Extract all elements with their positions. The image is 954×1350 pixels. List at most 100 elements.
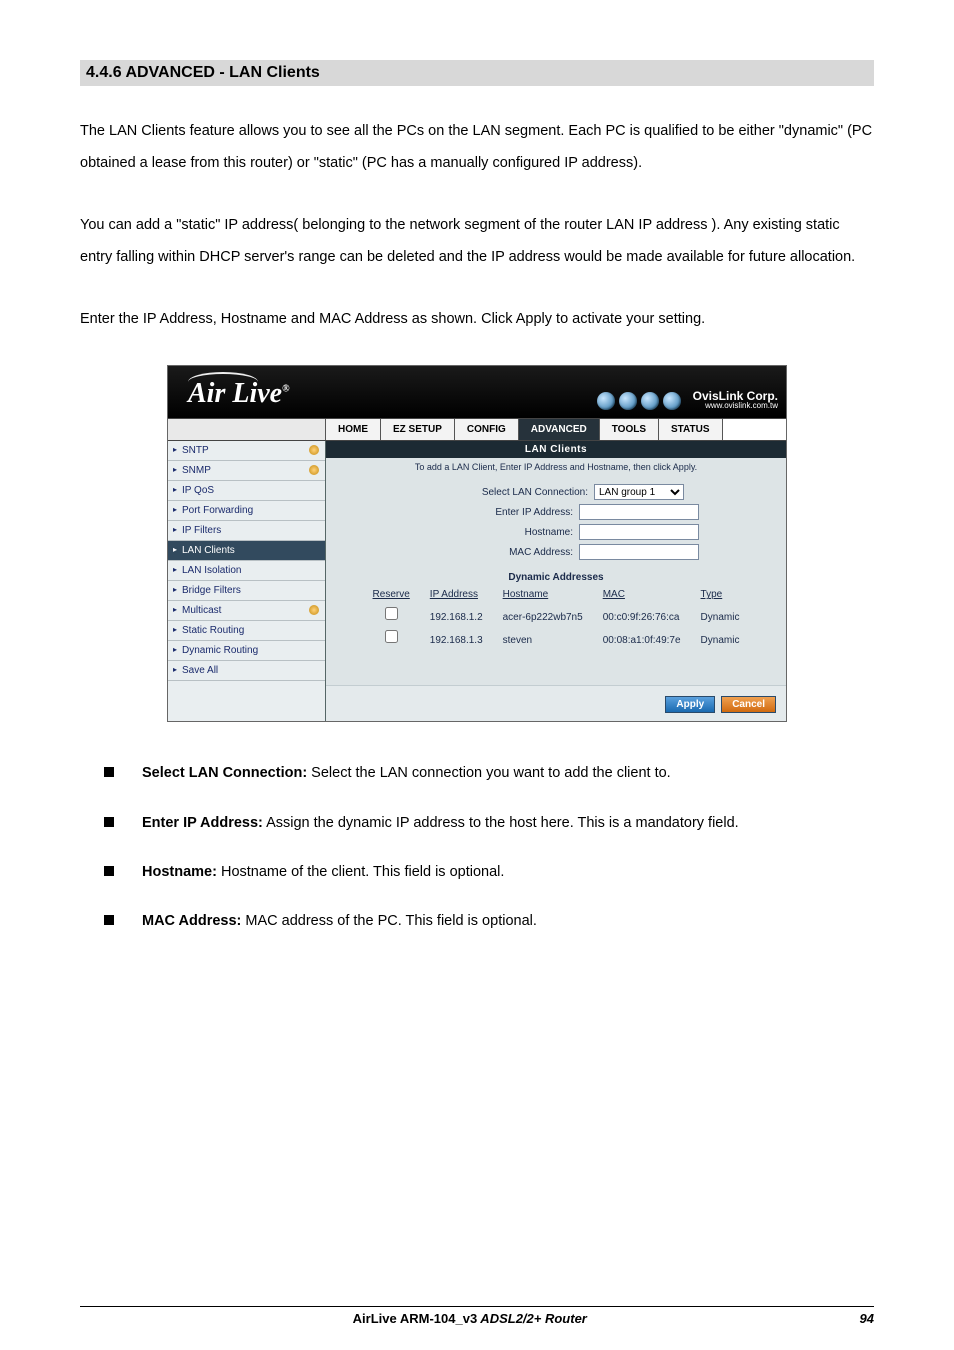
sidebar-item-bridge-filters[interactable]: Bridge Filters [168,581,325,601]
bullet-text: Hostname: Hostname of the client. This f… [142,861,504,884]
bullet-rest: Assign the dynamic IP address to the hos… [263,815,739,831]
sidebar-item-save-all[interactable]: Save All [168,661,325,681]
refresh-icon [309,605,319,615]
sidebar-item-ip-filters[interactable]: IP Filters [168,521,325,541]
ovislink-brand: OvisLink Corp. www.ovislink.com.tw [693,390,778,410]
brand-text: Air Live [188,378,282,409]
dynamic-addresses-table: ReserveIP AddressHostnameMACType192.168.… [363,587,750,648]
dyn-header-type: Type [691,587,750,602]
bullet-item: Hostname: Hostname of the client. This f… [80,861,874,884]
tab-advanced[interactable]: ADVANCED [519,419,600,440]
cell-hostname: steven [493,625,593,648]
table-row: 192.168.1.3steven00:08:a1:0f:49:7eDynami… [363,625,750,648]
tab-ez-setup[interactable]: EZ SETUP [381,419,455,440]
bullet-rest: MAC address of the PC. This field is opt… [241,913,537,929]
sidebar-item-dynamic-routing[interactable]: Dynamic Routing [168,641,325,661]
brand-reg: ® [282,384,289,395]
mac-address-label: MAC Address: [413,547,573,558]
sidebar-item-sntp[interactable]: SNTP [168,441,325,461]
paragraph-3: Enter the IP Address, Hostname and MAC A… [80,304,874,336]
cell-type: Dynamic [691,602,750,625]
bullet-bold: Enter IP Address: [142,815,263,831]
table-row: 192.168.1.2acer-6p222wb7n500:c0:9f:26:76… [363,602,750,625]
sidebar-item-lan-isolation[interactable]: LAN Isolation [168,561,325,581]
reserve-checkbox-input[interactable] [385,607,398,620]
sidebar-item-multicast[interactable]: Multicast [168,601,325,621]
sidebar-item-static-routing[interactable]: Static Routing [168,621,325,641]
cell-mac: 00:c0:9f:26:76:ca [593,602,691,625]
bullet-bold: Select LAN Connection: [142,765,307,781]
ovislink-url: www.ovislink.com.tw [693,402,778,410]
cell-mac: 00:08:a1:0f:49:7e [593,625,691,648]
globe-icon [663,392,681,410]
panel-footer: Apply Cancel [326,685,786,721]
tab-tools[interactable]: TOOLS [600,419,659,440]
tab-status[interactable]: STATUS [659,419,723,440]
panel-title: LAN Clients [326,441,786,458]
sidebar-item-lan-clients[interactable]: LAN Clients [168,541,325,561]
bullet-square-icon [104,817,114,827]
refresh-icon [309,445,319,455]
cell-hostname: acer-6p222wb7n5 [493,602,593,625]
sidebar-item-snmp[interactable]: SNMP [168,461,325,481]
select-connection-dropdown[interactable]: LAN group 1 [594,484,684,500]
dyn-header-ip-address: IP Address [420,587,493,602]
hostname-input[interactable] [579,524,699,540]
apply-button[interactable]: Apply [665,696,715,713]
reserve-checkbox[interactable] [363,625,420,648]
tabs-left-pad [168,419,326,440]
dyn-header-mac: MAC [593,587,691,602]
paragraph-2: You can add a "static" IP address( belon… [80,210,874,274]
bullet-item: Enter IP Address: Assign the dynamic IP … [80,812,874,835]
bullet-square-icon [104,767,114,777]
router-screenshot: Air Live® OvisLink Corp. www.ovislink.co… [167,365,787,722]
airlive-logo: Air Live® [188,378,290,410]
select-connection-label: Select LAN Connection: [428,487,588,498]
globe-icon [597,392,615,410]
bullet-list: Select LAN Connection: Select the LAN co… [80,762,874,933]
dynamic-addresses-title: Dynamic Addresses [326,572,786,583]
top-tabs: HOMEEZ SETUPCONFIGADVANCEDTOOLSSTATUS [168,418,786,441]
footer-product-ital: ADSL2/2+ Router [477,1311,587,1326]
tab-home[interactable]: HOME [326,419,381,440]
sidebar: SNTPSNMPIP QoSPort ForwardingIP FiltersL… [168,441,326,721]
footer-product-bold: AirLive ARM-104_v3 [353,1311,478,1326]
header-right: OvisLink Corp. www.ovislink.com.tw [597,390,778,410]
page-footer: AirLive ARM-104_v3 ADSL2/2+ Router 94 [80,1306,874,1326]
bullet-square-icon [104,915,114,925]
refresh-icon [309,465,319,475]
footer-page-number: 94 [860,1311,874,1326]
bullet-item: Select LAN Connection: Select the LAN co… [80,762,874,785]
reserve-checkbox[interactable] [363,602,420,625]
mac-address-input[interactable] [579,544,699,560]
section-heading: 4.4.6 ADVANCED - LAN Clients [80,60,874,86]
globe-icon [641,392,659,410]
footer-product: AirLive ARM-104_v3 ADSL2/2+ Router [353,1311,587,1326]
row-hostname: Hostname: [326,522,786,542]
sidebar-item-ip-qos[interactable]: IP QoS [168,481,325,501]
bullet-item: MAC Address: MAC address of the PC. This… [80,910,874,933]
cell-ip: 192.168.1.3 [420,625,493,648]
cancel-button[interactable]: Cancel [721,696,776,713]
row-select-connection: Select LAN Connection: LAN group 1 [326,482,786,502]
ip-address-label: Enter IP Address: [413,507,573,518]
paragraph-1: The LAN Clients feature allows you to se… [80,116,874,180]
row-ip-address: Enter IP Address: [326,502,786,522]
cell-ip: 192.168.1.2 [420,602,493,625]
row-mac-address: MAC Address: [326,542,786,562]
router-header: Air Live® OvisLink Corp. www.ovislink.co… [168,366,786,418]
bullet-square-icon [104,866,114,876]
bullet-bold: MAC Address: [142,913,241,929]
bullet-rest: Select the LAN connection you want to ad… [307,765,671,781]
hostname-label: Hostname: [413,527,573,538]
tab-config[interactable]: CONFIG [455,419,519,440]
bullet-bold: Hostname: [142,864,217,880]
bullet-text: Select LAN Connection: Select the LAN co… [142,762,671,785]
reserve-checkbox-input[interactable] [385,630,398,643]
main-panel: LAN Clients To add a LAN Client, Enter I… [326,441,786,721]
bullet-text: MAC Address: MAC address of the PC. This… [142,910,537,933]
sidebar-item-port-forwarding[interactable]: Port Forwarding [168,501,325,521]
panel-subtitle: To add a LAN Client, Enter IP Address an… [326,458,786,482]
ip-address-input[interactable] [579,504,699,520]
globe-icon [619,392,637,410]
